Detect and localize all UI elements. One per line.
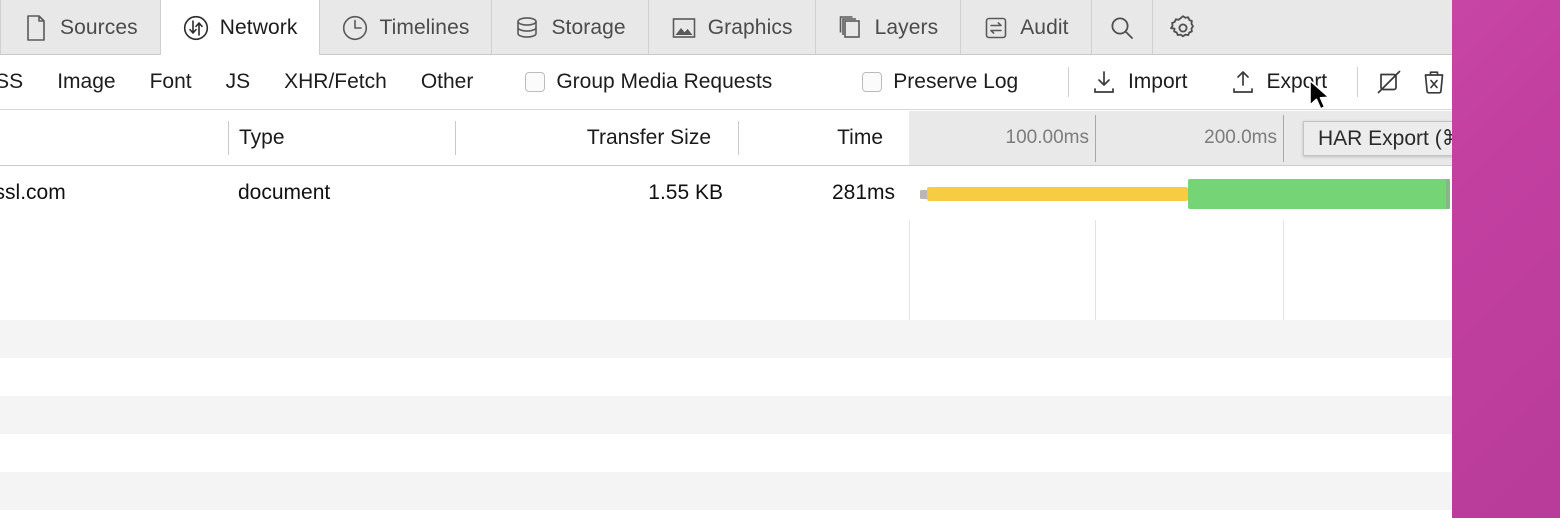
tab-label: Sources bbox=[60, 15, 138, 39]
import-button[interactable]: Import bbox=[1083, 69, 1196, 96]
network-icon bbox=[183, 15, 209, 41]
toolbar-divider bbox=[1068, 67, 1069, 97]
tab-label: Audit bbox=[1020, 15, 1069, 39]
filter-font[interactable]: Font bbox=[150, 70, 192, 94]
group-media-requests-checkbox[interactable]: Group Media Requests bbox=[525, 70, 772, 94]
table-row-empty bbox=[0, 472, 1452, 510]
table-row-empty bbox=[0, 396, 1452, 434]
network-toolbar: CSS Image Font JS XHR/Fetch Other Group … bbox=[0, 55, 1452, 110]
column-divider bbox=[228, 121, 229, 155]
table-row-empty bbox=[0, 358, 1452, 396]
web-inspector-window: Sources Network Timelines Storage Graphi bbox=[0, 0, 1452, 518]
tab-graphics[interactable]: Graphics bbox=[649, 0, 816, 55]
toolbar-divider bbox=[1357, 67, 1358, 97]
timeline-tick-line bbox=[1095, 115, 1096, 162]
table-row-empty bbox=[0, 320, 1452, 358]
clock-icon bbox=[342, 15, 368, 41]
tab-storage[interactable]: Storage bbox=[492, 0, 649, 55]
checkbox-label: Group Media Requests bbox=[556, 70, 773, 93]
layers-icon bbox=[838, 15, 864, 41]
table-row-empty bbox=[0, 510, 1452, 518]
filter-other[interactable]: Other bbox=[421, 70, 474, 94]
waterfall-wait-bar bbox=[927, 187, 1188, 201]
cell-type: document bbox=[238, 181, 331, 204]
column-header-time[interactable]: Time bbox=[738, 111, 895, 165]
checkbox-box bbox=[525, 72, 546, 92]
document-icon bbox=[23, 14, 49, 41]
network-requests-table: neverssl.com document 1.55 KB 281ms Name… bbox=[0, 111, 1452, 518]
table-header-row: Name Type Transfer Size Time bbox=[0, 111, 909, 166]
tab-label: Graphics bbox=[707, 15, 793, 39]
timeline-tick-label: 200.0ms bbox=[1204, 127, 1277, 148]
mouse-cursor bbox=[1308, 79, 1334, 118]
import-icon bbox=[1091, 69, 1118, 96]
cell-name: neverssl.com bbox=[0, 181, 66, 204]
disable-resource-cache-icon[interactable] bbox=[1372, 62, 1407, 102]
column-header-type[interactable]: Type bbox=[228, 111, 448, 165]
gear-icon[interactable] bbox=[1153, 0, 1214, 55]
cell-time: 281ms bbox=[831, 181, 895, 204]
audit-icon bbox=[983, 15, 1009, 41]
tab-network[interactable]: Network bbox=[160, 0, 321, 55]
timeline-tick-label: 100.00ms bbox=[1005, 127, 1089, 148]
column-divider bbox=[738, 121, 739, 155]
clear-network-items-icon[interactable] bbox=[1417, 62, 1452, 102]
waterfall-bar-end-cap bbox=[1446, 179, 1450, 209]
import-label: Import bbox=[1127, 70, 1188, 93]
tab-timelines[interactable]: Timelines bbox=[320, 0, 493, 55]
tab-label: Timelines bbox=[379, 15, 470, 39]
checkbox-box bbox=[862, 72, 883, 92]
tab-label: Network bbox=[219, 15, 298, 39]
filter-xhr-fetch[interactable]: XHR/Fetch bbox=[284, 70, 387, 94]
tooltip-text: HAR Export (⌘S) bbox=[1318, 127, 1452, 150]
column-divider bbox=[455, 121, 456, 155]
har-export-tooltip: HAR Export (⌘S) bbox=[1303, 121, 1452, 156]
picture-icon bbox=[671, 15, 697, 41]
tab-sources[interactable]: Sources bbox=[0, 0, 161, 55]
database-icon bbox=[514, 15, 540, 41]
table-row-empty bbox=[0, 434, 1452, 472]
filter-js[interactable]: JS bbox=[226, 70, 251, 94]
resource-type-filters: CSS Image Font JS XHR/Fetch Other bbox=[0, 70, 507, 94]
export-icon bbox=[1229, 69, 1256, 96]
tab-label: Storage bbox=[551, 15, 626, 39]
tab-label: Layers bbox=[874, 15, 939, 39]
checkbox-label: Preserve Log bbox=[893, 70, 1019, 93]
waterfall-download-bar bbox=[1188, 179, 1450, 209]
tab-audit[interactable]: Audit bbox=[961, 0, 1092, 55]
filter-css[interactable]: CSS bbox=[0, 70, 23, 94]
search-icon[interactable] bbox=[1092, 0, 1153, 55]
column-header-name[interactable]: Name bbox=[0, 111, 220, 165]
filter-image[interactable]: Image bbox=[57, 70, 115, 94]
column-header-transfer-size[interactable]: Transfer Size bbox=[455, 111, 723, 165]
timeline-tick-line bbox=[1283, 115, 1284, 162]
inspector-tab-bar: Sources Network Timelines Storage Graphi bbox=[0, 0, 1452, 55]
cell-transfer-size: 1.55 KB bbox=[648, 181, 723, 204]
preserve-log-checkbox[interactable]: Preserve Log bbox=[862, 70, 1018, 94]
tab-layers[interactable]: Layers bbox=[816, 0, 962, 55]
